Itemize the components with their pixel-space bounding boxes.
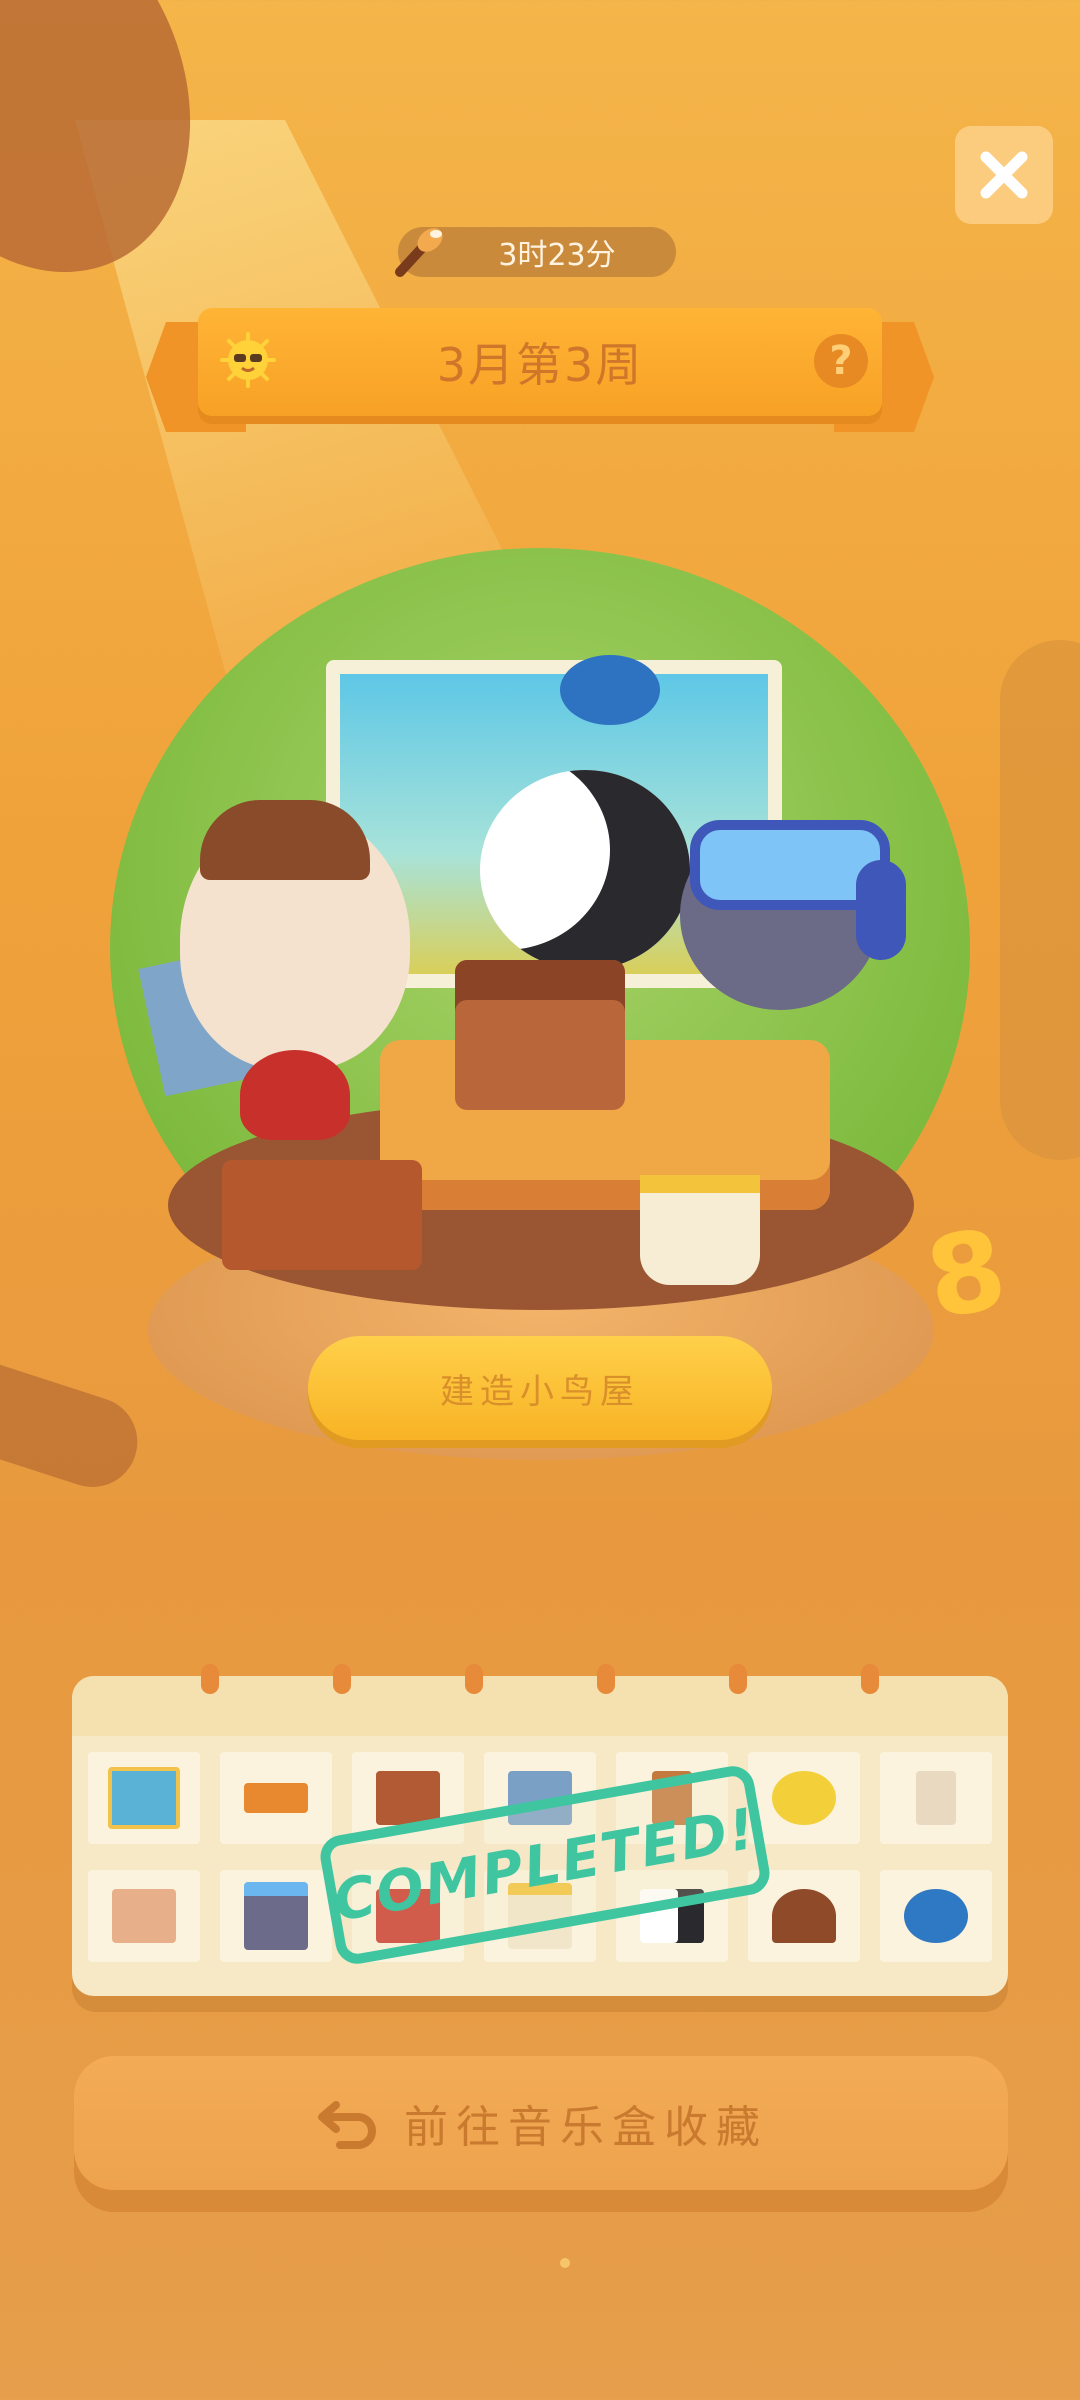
paint-bucket xyxy=(640,1175,760,1285)
calendar-cell-glue-bottle[interactable] xyxy=(880,1752,992,1844)
calendar-ring xyxy=(729,1664,747,1694)
calendar-cell-wooden-bench[interactable] xyxy=(220,1752,332,1844)
paintbrush-icon xyxy=(395,228,443,277)
calendar-ring xyxy=(465,1664,483,1694)
cat-hat xyxy=(200,800,370,880)
music-box-button-label: 前往音乐盒收藏 xyxy=(404,2102,768,2153)
birdhouse xyxy=(455,960,625,1110)
music-box-collection-button[interactable]: 前往音乐盒收藏 xyxy=(74,2056,1008,2190)
background-decoration-right xyxy=(1000,640,1080,1160)
week-banner: 3月第3周 xyxy=(198,308,882,416)
close-button[interactable] xyxy=(955,126,1053,224)
week-title: 3月第3周 xyxy=(436,338,644,392)
close-icon xyxy=(980,151,1028,199)
headphones xyxy=(856,860,906,960)
calendar-cell-engineer-cat[interactable] xyxy=(88,1870,200,1962)
background-decoration-left xyxy=(0,1351,150,1499)
timer-text: 3时23分 xyxy=(498,238,616,273)
calendar-ring xyxy=(597,1664,615,1694)
blue-bird xyxy=(560,655,660,725)
dalmatian-character xyxy=(480,770,690,970)
return-arrow-icon xyxy=(318,2101,376,2149)
calendar-cell-blue-bird[interactable] xyxy=(880,1870,992,1962)
help-button[interactable]: ? xyxy=(814,334,868,388)
sun-sunglasses-icon xyxy=(220,332,276,388)
calendar-cell-goggles-cat[interactable] xyxy=(220,1870,332,1962)
calendar-ring xyxy=(333,1664,351,1694)
wood-crate xyxy=(222,1160,422,1270)
sparkle-dot xyxy=(560,2258,570,2268)
calendar-cell-landscape-painting[interactable] xyxy=(88,1752,200,1844)
scene-title-plaque: 建造小鸟屋 xyxy=(308,1336,772,1440)
calendar-cell-yellow-bird[interactable] xyxy=(748,1752,860,1844)
help-icon: ? xyxy=(829,338,853,384)
calendar-ring xyxy=(861,1664,879,1694)
calendar-ring xyxy=(201,1664,219,1694)
scene-title: 建造小鸟屋 xyxy=(440,1371,640,1412)
red-bird xyxy=(240,1050,350,1140)
